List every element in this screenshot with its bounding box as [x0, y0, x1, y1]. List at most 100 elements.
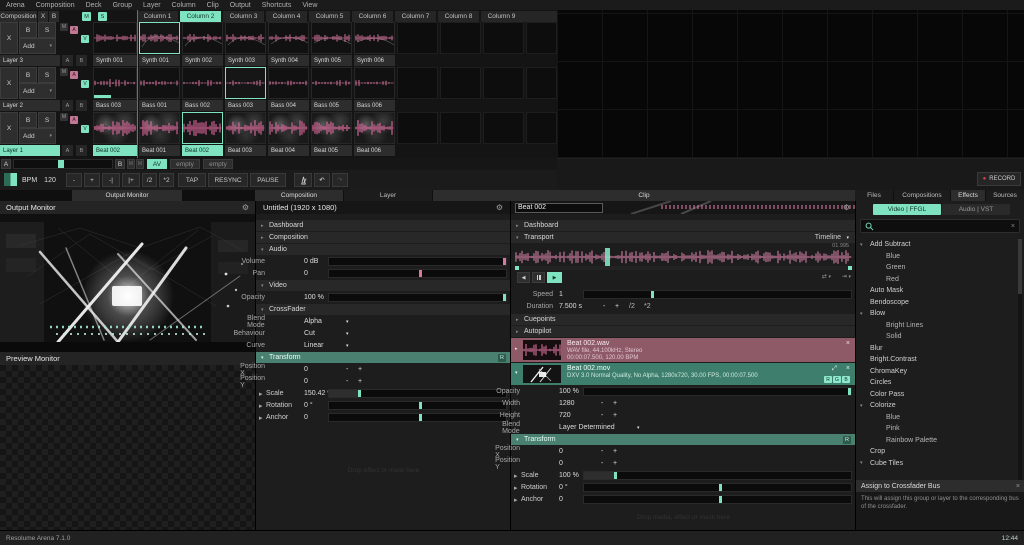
channel-badge-b[interactable]: B	[842, 376, 850, 383]
comp-param-value[interactable]: 100 %	[304, 292, 324, 303]
layer-bypass-button[interactable]: B	[19, 112, 37, 128]
increment-button[interactable]: +	[613, 398, 617, 409]
clip-param-value[interactable]: 720	[559, 410, 571, 421]
duration-double-button[interactable]: *2	[644, 301, 651, 312]
decrement-button[interactable]: -	[346, 376, 348, 387]
clip-label[interactable]: Bass 003	[225, 100, 266, 111]
composition-header-tab[interactable]: Composition	[0, 11, 37, 22]
effects-scrollbar-thumb[interactable]	[1018, 239, 1022, 294]
play-backwards-button[interactable]: ◀	[517, 272, 530, 283]
clip-audio-file-row[interactable]: ▸ Beat 002.wav WAV file, 44.100kHz, Ster…	[511, 338, 855, 362]
comp-row-audio[interactable]: ▾ Audio	[256, 244, 510, 255]
layer-active-clip-preview[interactable]	[93, 67, 137, 99]
clip-anchor-slider[interactable]	[583, 495, 852, 504]
clip-label[interactable]: Beat 004	[268, 145, 309, 156]
expand-icon[interactable]: ⤢	[832, 365, 837, 373]
layer-a-toggle[interactable]: A	[70, 116, 78, 124]
clip-param-value[interactable]: 0	[559, 446, 563, 457]
slider-handle[interactable]	[613, 472, 617, 479]
comp-pan-slider[interactable]	[328, 269, 507, 278]
output-monitor-gear-icon[interactable]: ⚙	[242, 203, 249, 212]
mix-av-button[interactable]: AV	[147, 159, 167, 169]
layer-a-toggle[interactable]: A	[70, 71, 78, 79]
clip-opacity-slider[interactable]	[583, 387, 852, 396]
clip-param-value[interactable]: 1280	[559, 398, 575, 409]
column-tab-9[interactable]: Column 9	[481, 11, 522, 22]
comp-param-value[interactable]: 0	[304, 364, 308, 375]
decrement-button[interactable]: -	[601, 398, 603, 409]
slider-handle[interactable]	[418, 402, 422, 409]
slider-handle[interactable]	[503, 258, 506, 265]
active-clip-label[interactable]: Synth 001	[93, 55, 137, 66]
column-tab-4[interactable]: Column 4	[266, 11, 307, 22]
clip-label[interactable]: Synth 002	[182, 55, 223, 66]
effect-preset-red[interactable]: Red	[856, 274, 1024, 285]
comp-param-value[interactable]: 0	[304, 376, 308, 387]
layer-b-bus-button[interactable]: B	[76, 100, 87, 111]
comp-row-composition[interactable]: ▸ Composition	[256, 232, 510, 243]
clip-label[interactable]: Bass 004	[268, 100, 309, 111]
effect-item-circles[interactable]: Circles	[856, 377, 1024, 388]
channel-badge-r[interactable]: R	[824, 376, 832, 383]
effect-preset-solid[interactable]: Solid	[856, 331, 1024, 342]
layer-m-toggle[interactable]: M	[60, 113, 68, 121]
crossfader-map-button-2[interactable]: M	[136, 159, 144, 169]
active-clip-label[interactable]: Bass 003	[93, 100, 137, 111]
clip-cell-empty[interactable]	[483, 22, 524, 54]
clip-name-input[interactable]	[515, 202, 603, 213]
column-tab-3[interactable]: Column 3	[223, 11, 264, 22]
composition-gear-icon[interactable]: ⚙	[496, 203, 503, 212]
clip-cell-empty[interactable]	[440, 112, 481, 144]
layer-blend-dropdown[interactable]: Add ▾	[19, 38, 56, 54]
comp-scale-slider[interactable]	[328, 389, 507, 398]
bpm-display[interactable]: BPM 120	[22, 173, 56, 187]
comp-param-value[interactable]: 0	[304, 268, 308, 279]
menu-column[interactable]: Column	[172, 2, 196, 9]
layer-bypass-button[interactable]: B	[19, 22, 37, 38]
layer-m-toggle[interactable]: M	[60, 23, 68, 31]
clip-cell-synth-002[interactable]	[182, 22, 223, 54]
effect-preset-blue[interactable]: Blue	[856, 251, 1024, 262]
bpm-button-pause[interactable]: PAUSE	[250, 173, 286, 187]
clip-row-dashboard[interactable]: ▸ Dashboard	[511, 220, 855, 231]
effect-preset-blue[interactable]: Blue	[856, 412, 1024, 423]
master-s-toggle[interactable]: S	[98, 12, 107, 21]
comp-select-value[interactable]: Cut	[304, 328, 315, 339]
tab-effects[interactable]: Effects	[951, 190, 985, 201]
crossfader-slider[interactable]	[13, 159, 113, 169]
decrement-button[interactable]: -	[601, 458, 603, 469]
collapse-arrow-icon[interactable]: ▾	[515, 370, 518, 376]
slider-handle[interactable]	[718, 496, 722, 503]
crossfader-b-button[interactable]: B	[115, 159, 125, 169]
clip-cell-bass-001[interactable]	[139, 67, 180, 99]
effect-item-crop[interactable]: Crop	[856, 446, 1024, 457]
menu-group[interactable]: Group	[113, 2, 132, 9]
layer-eject-button[interactable]: X	[0, 22, 18, 54]
record-button[interactable]: ● RECORD	[977, 172, 1021, 186]
clip-cell-empty[interactable]	[483, 67, 524, 99]
menu-shortcuts[interactable]: Shortcuts	[262, 2, 292, 9]
clip-cell-synth-005[interactable]	[311, 22, 352, 54]
tab-clip[interactable]: Clip	[433, 190, 855, 201]
clip-label[interactable]: Synth 005	[311, 55, 352, 66]
collapse-arrow-icon[interactable]: ▸	[515, 346, 518, 352]
clip-param-value[interactable]: 0	[559, 494, 563, 505]
comp-select-value[interactable]: Linear	[304, 340, 323, 351]
direction-button[interactable]: ⇥ ▾	[842, 273, 851, 280]
transform-reset-button[interactable]: R	[498, 353, 506, 362]
effect-preset-green[interactable]: Green	[856, 262, 1024, 273]
tab-output-monitor[interactable]: Output Monitor	[72, 190, 182, 201]
clip-cell-empty[interactable]	[526, 22, 557, 54]
layer-m-toggle[interactable]: M	[60, 68, 68, 76]
clear-search-icon[interactable]: ×	[1011, 223, 1015, 230]
layer-a-toggle[interactable]: A	[70, 26, 78, 34]
slider-handle[interactable]	[357, 390, 361, 397]
clip-param-value[interactable]: 100 %	[559, 470, 579, 481]
effect-item-blow[interactable]: Blow ▾	[856, 308, 1024, 319]
comp-volume-slider[interactable]	[328, 257, 507, 266]
menu-arena[interactable]: Arena	[6, 2, 25, 9]
bpm-button-[interactable]: -|	[102, 173, 120, 187]
tab-sources[interactable]: Sources	[986, 190, 1024, 201]
clip-row-transform[interactable]: ▾ Transform R	[511, 434, 855, 445]
slider-handle[interactable]	[718, 484, 722, 491]
